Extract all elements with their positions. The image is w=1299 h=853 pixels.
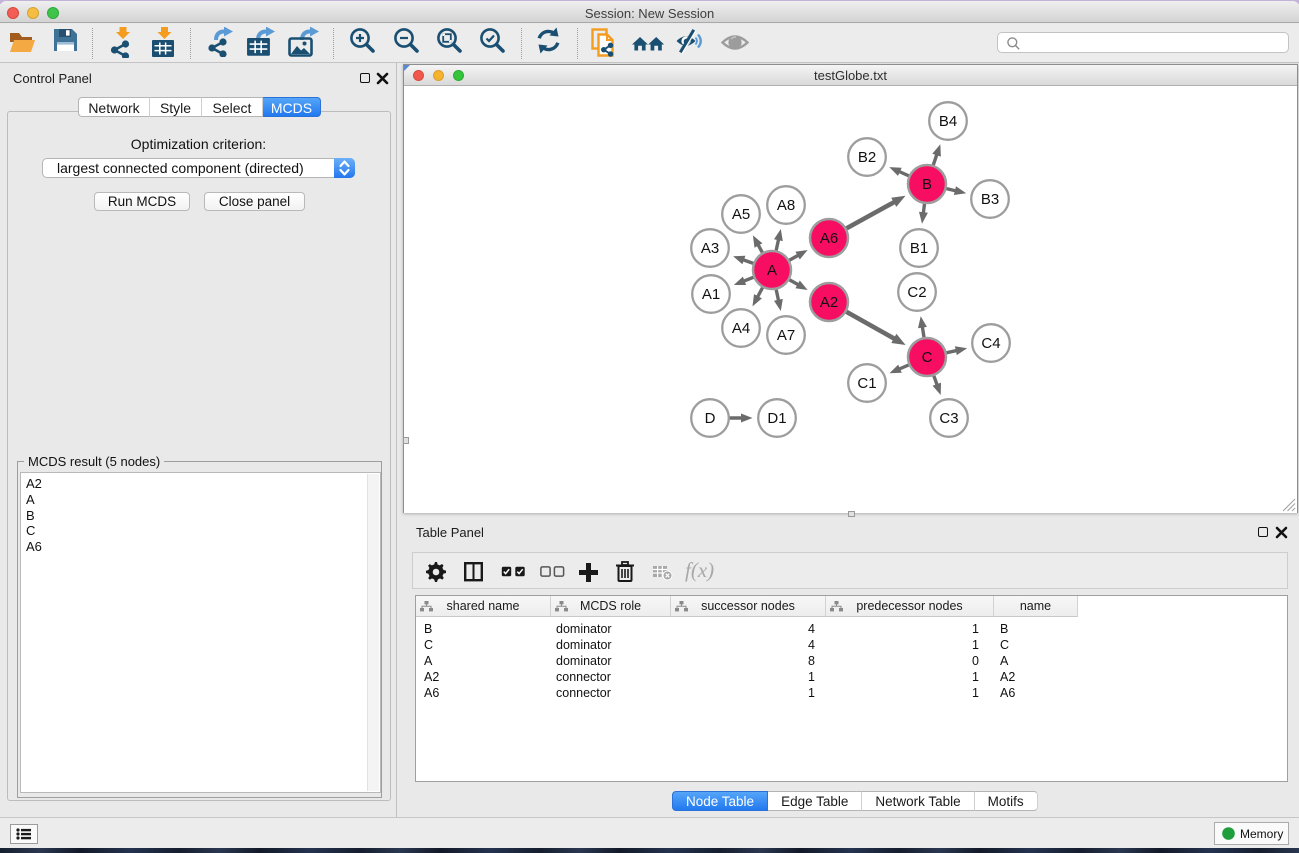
- svg-text:D: D: [705, 410, 716, 427]
- svg-text:A3: A3: [701, 240, 719, 257]
- svg-text:A2: A2: [820, 294, 838, 311]
- svg-text:D1: D1: [767, 410, 786, 427]
- svg-text:A1: A1: [702, 286, 720, 303]
- svg-text:A6: A6: [820, 230, 838, 247]
- svg-text:A: A: [767, 262, 777, 279]
- svg-text:C: C: [922, 349, 933, 366]
- svg-text:C2: C2: [907, 284, 926, 301]
- svg-text:B: B: [922, 176, 932, 193]
- svg-text:C3: C3: [939, 410, 958, 427]
- svg-text:A7: A7: [777, 327, 795, 344]
- svg-text:B3: B3: [981, 191, 999, 208]
- svg-text:B1: B1: [910, 240, 928, 257]
- svg-text:C4: C4: [981, 335, 1000, 352]
- svg-text:B4: B4: [939, 113, 957, 130]
- svg-text:A5: A5: [732, 206, 750, 223]
- svg-text:C1: C1: [857, 375, 876, 392]
- svg-text:A8: A8: [777, 197, 795, 214]
- svg-text:B2: B2: [858, 149, 876, 166]
- svg-text:A4: A4: [732, 320, 750, 337]
